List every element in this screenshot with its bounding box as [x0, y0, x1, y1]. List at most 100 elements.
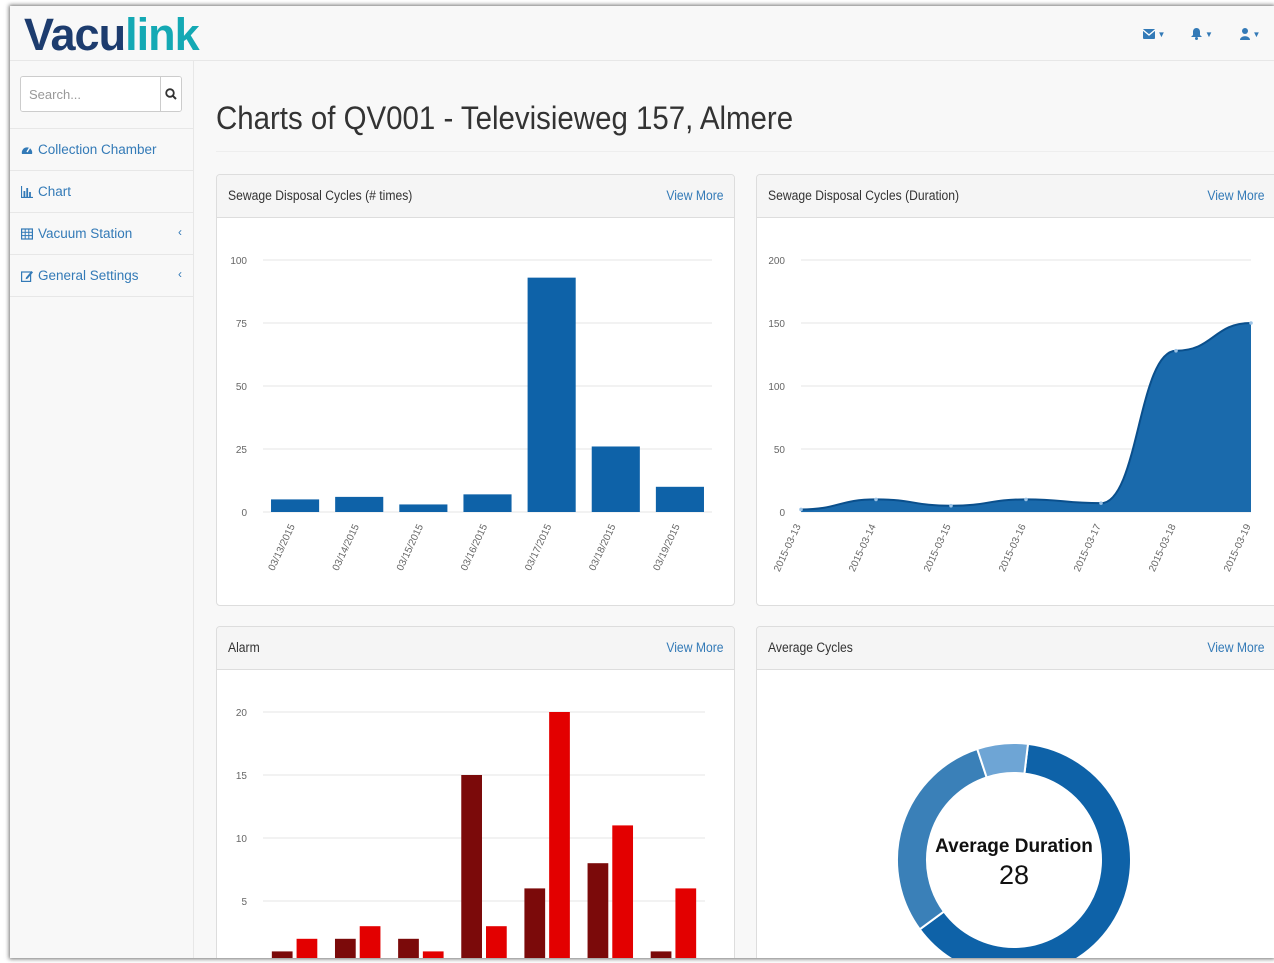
data-point	[1099, 501, 1103, 505]
y-tick-label: 75	[236, 319, 248, 330]
sidebar-item-collection-chamber[interactable]: Collection Chamber	[10, 129, 193, 171]
bar	[271, 499, 320, 512]
y-tick-label: 100	[230, 256, 247, 267]
x-tick-label: 2015-03-16	[997, 522, 1029, 573]
data-point	[1249, 321, 1253, 325]
search-button[interactable]	[160, 77, 181, 111]
x-tick-label: 2015-03-14	[847, 522, 879, 573]
logo-text-part2: link	[125, 9, 200, 60]
page-title: Charts of QV001 - Televisieweg 157, Alme…	[216, 100, 794, 136]
sidebar-item-general-settings[interactable]: General Settings ‹	[10, 255, 193, 297]
sidebar-item-vacuum-station[interactable]: Vacuum Station ‹	[10, 213, 193, 255]
bar	[271, 951, 293, 958]
x-tick-label: 2015-03-19	[1222, 522, 1254, 573]
messages-dropdown[interactable]: ▼	[1130, 24, 1178, 44]
sidebar-search	[20, 76, 182, 112]
table-icon	[21, 227, 33, 240]
y-tick-label: 5	[241, 897, 247, 908]
bar	[587, 863, 609, 958]
data-point	[1024, 497, 1028, 502]
bar	[655, 486, 704, 512]
x-tick-label: 03/17/2015	[523, 522, 554, 572]
panel-heading: Sewage Disposal Cycles (# times) View Mo…	[217, 175, 734, 218]
bar	[650, 951, 672, 958]
alerts-dropdown[interactable]: ▼	[1178, 24, 1226, 44]
y-tick-label: 25	[236, 445, 248, 456]
data-point	[949, 503, 953, 508]
area-fill	[801, 323, 1251, 512]
bar	[359, 926, 381, 958]
average-donut-chart: Average Duration 28	[896, 742, 1132, 958]
x-tick-label: 03/14/2015	[331, 522, 362, 572]
x-tick-label: 2015-03-18	[1147, 522, 1179, 573]
logo-text-part1: Vacu	[24, 9, 126, 60]
top-navbar: Vaculink ▼ ▼ ▼	[10, 6, 1274, 61]
sidebar-item-label: Chart	[38, 184, 72, 199]
dashboard-icon	[21, 144, 33, 156]
duration-area-chart: 0 50 100 150 200 2015-03-13 2015-03-14 2015-03-…	[768, 256, 1254, 574]
bar	[463, 494, 512, 512]
data-point	[799, 507, 803, 512]
x-tick-label: 2015-03-17	[1072, 522, 1104, 573]
sidebar-item-label: Collection Chamber	[38, 142, 157, 157]
x-tick-label: 2015-03-15	[922, 522, 954, 573]
panel-title: Alarm	[228, 640, 260, 655]
panel-cycles: Sewage Disposal Cycles (# times) View Mo…	[216, 174, 735, 606]
sidebar-menu: Collection Chamber Chart Vacuum Station …	[10, 128, 193, 297]
sidebar-item-chart[interactable]: Chart	[10, 171, 193, 213]
bar-chart-icon	[21, 185, 33, 198]
view-more-link[interactable]: View More	[1208, 188, 1265, 203]
search-input[interactable]	[21, 77, 160, 111]
search-icon	[165, 88, 177, 100]
x-tick-label: 03/13/2015	[267, 522, 298, 572]
bar	[486, 926, 507, 958]
data-point	[874, 497, 878, 502]
bar	[591, 446, 640, 512]
bar	[461, 775, 482, 958]
view-more-link[interactable]: View More	[667, 640, 724, 655]
bar	[334, 938, 356, 958]
user-dropdown[interactable]: ▼	[1226, 24, 1274, 44]
panel-title: Sewage Disposal Cycles (Duration)	[768, 188, 960, 203]
y-tick-label: 50	[774, 445, 786, 456]
y-tick-label: 150	[768, 319, 785, 330]
panel-average: Average Cycles View More Average Duratio…	[756, 626, 1274, 958]
navbar-icons: ▼ ▼ ▼	[1130, 24, 1274, 44]
chevron-down-icon: ▼	[1157, 29, 1166, 39]
panel-title: Average Cycles	[768, 640, 853, 655]
chevron-down-icon: ▼	[1205, 29, 1213, 39]
title-divider	[216, 151, 1274, 152]
chevron-left-icon: ‹	[178, 267, 182, 281]
chevron-left-icon: ‹	[178, 225, 182, 239]
panel-alarm: Alarm View More 05101520	[216, 626, 735, 958]
data-point	[1174, 348, 1178, 353]
donut-title: Average Duration	[935, 836, 1093, 857]
y-tick-label: 0	[241, 508, 247, 519]
vaculink-logo[interactable]: Vaculink	[24, 8, 200, 62]
y-tick-label: 100	[768, 382, 785, 393]
user-icon	[1239, 28, 1250, 40]
sidebar-item-label: General Settings	[38, 268, 139, 283]
y-tick-label: 50	[236, 382, 248, 393]
app-window: Vaculink ▼ ▼ ▼ Collec	[10, 6, 1274, 958]
bar	[399, 504, 448, 512]
bar	[422, 951, 444, 958]
bar	[296, 938, 318, 958]
view-more-link[interactable]: View More	[1208, 640, 1265, 655]
alarm-bar-chart: 05101520	[236, 708, 705, 958]
panel-title: Sewage Disposal Cycles (# times)	[228, 188, 413, 203]
panel-heading: Alarm View More	[217, 627, 734, 670]
view-more-link[interactable]: View More	[667, 188, 724, 203]
panel-heading: Sewage Disposal Cycles (Duration) View M…	[757, 175, 1274, 218]
edit-icon	[21, 270, 33, 282]
x-tick-label: 03/16/2015	[459, 522, 490, 572]
y-tick-label: 0	[779, 508, 785, 519]
x-tick-label: 2015-03-13	[772, 522, 804, 573]
sidebar-item-label: Vacuum Station	[38, 226, 133, 241]
cycles-bar-chart: 0 25 50 75 100 03/13/2015 03/14/2015 03/15/2015…	[230, 256, 712, 573]
x-tick-label: 03/19/2015	[652, 522, 683, 572]
y-tick-label: 20	[236, 708, 248, 719]
y-tick-label: 15	[236, 771, 248, 782]
x-tick-label: 03/18/2015	[587, 522, 618, 572]
donut-value: 28	[999, 860, 1029, 890]
